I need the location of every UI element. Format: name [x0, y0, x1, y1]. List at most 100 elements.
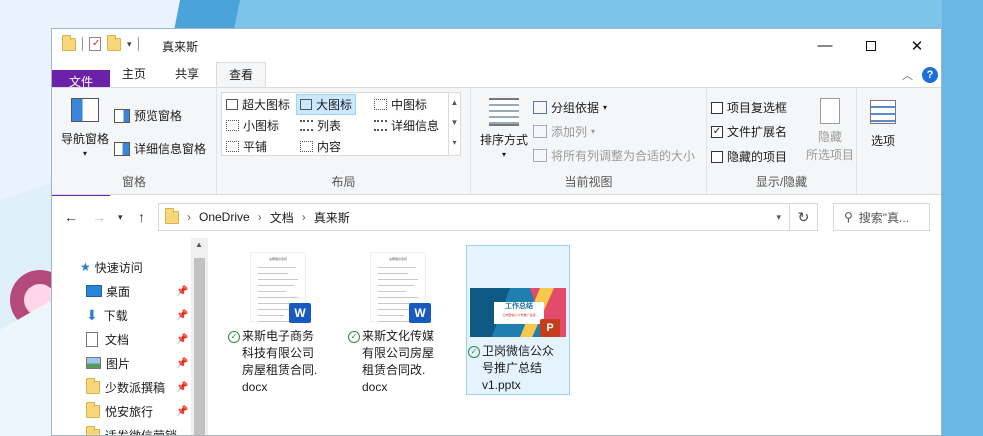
medium-icons-icon — [374, 99, 387, 110]
file-name-line: 租赁合同改. — [362, 363, 426, 377]
file-item[interactable]: 房屋租赁合同 W ✓ 来斯文化传媒 有限公司房屋 租赁合同改. docx — [346, 246, 450, 396]
recent-locations-icon[interactable]: ▾ — [118, 212, 123, 223]
collapse-ribbon-icon[interactable]: ︿ — [902, 67, 913, 83]
layout-large-icons[interactable]: 大图标 — [296, 94, 357, 115]
refresh-button[interactable]: ↻ — [790, 203, 818, 231]
text-line — [378, 297, 418, 298]
item-checkboxes-checkbox[interactable] — [711, 101, 723, 114]
up-arrow-icon[interactable]: ↑ — [138, 209, 145, 225]
nav-pane-button[interactable]: 导航窗格 ▾ — [60, 98, 110, 158]
star-icon: ★ — [80, 260, 91, 274]
sidebar-item-folder[interactable]: 少数派撰稿 📌 — [86, 375, 196, 399]
layout-item-label: 中图标 — [391, 98, 428, 112]
file-extensions-toggle[interactable]: ✓ 文件扩展名 — [711, 123, 787, 140]
minimize-button[interactable]: — — [802, 29, 848, 62]
pin-icon[interactable]: 📌 — [176, 334, 188, 345]
breadcrumb-current[interactable]: 真来斯 — [314, 209, 350, 226]
sidebar-item-desktop[interactable]: 桌面 📌 — [86, 279, 196, 303]
sort-by-label: 排序方式 — [479, 133, 528, 147]
layout-content[interactable]: 内容 — [300, 138, 341, 155]
layout-details[interactable]: 详细信息 — [374, 117, 439, 134]
layout-medium-icons[interactable]: 中图标 — [374, 96, 427, 113]
text-line — [258, 273, 288, 274]
chevron-down-icon: ▾ — [603, 103, 608, 112]
layout-group: 超大图标 大图标 中图标 小图标 列表 详细信息 平铺 内容 ▲ ▼ ▾ 布局 — [217, 88, 471, 194]
pin-icon[interactable]: 📌 — [176, 310, 188, 321]
breadcrumb-onedrive[interactable]: OneDrive — [199, 210, 250, 224]
sidebar-item-pictures[interactable]: 图片 📌 — [86, 351, 196, 375]
file-item[interactable]: 房屋租赁合同 W ✓ 来斯电子商务 科技有限公司 房屋租赁合同. docx — [226, 246, 330, 396]
hide-selected-icon — [820, 98, 840, 124]
scrollbar-thumb[interactable] — [194, 258, 205, 435]
tab-view[interactable]: 查看 — [216, 62, 266, 87]
address-dropdown-icon[interactable]: ▾ — [776, 212, 781, 223]
fit-columns-button[interactable]: 将所有列调整为合适的大小 — [533, 147, 695, 164]
scroll-up-icon[interactable]: ▲ — [195, 240, 203, 249]
chevron-down-icon: ▾ — [501, 150, 506, 159]
group-by-button[interactable]: 分组依据 ▾ — [533, 99, 607, 116]
text-line — [378, 279, 418, 280]
sync-ok-icon: ✓ — [228, 331, 240, 343]
address-box[interactable]: › OneDrive › 文档 › 真来斯 ▾ — [158, 203, 790, 231]
details-pane-button[interactable]: 详细信息窗格 — [114, 140, 206, 157]
quick-access-item[interactable]: ★ 快速访问 — [80, 255, 143, 279]
chevron-down-icon: ▾ — [82, 149, 87, 158]
file-extensions-checkbox[interactable]: ✓ — [711, 125, 723, 138]
options-button[interactable]: 选项 — [863, 100, 903, 149]
pin-icon[interactable]: 📌 — [176, 406, 188, 417]
add-column-button[interactable]: 添加列 ▾ — [533, 123, 595, 140]
sidebar-item-folder[interactable]: 适发微信营销 — [86, 423, 196, 435]
show-hide-group: 项目复选框 ✓ 文件扩展名 隐藏的项目 隐藏 所选项目 显示/隐藏 — [707, 88, 857, 194]
help-icon[interactable]: ? — [922, 67, 938, 83]
ribbon: 导航窗格 ▾ 预览窗格 详细信息窗格 窗格 超大图标 大图标 中图标 小图标 列… — [52, 87, 941, 195]
text-line — [378, 291, 406, 292]
text-line — [258, 291, 286, 292]
sort-by-button[interactable]: 排序方式 ▾ — [477, 98, 531, 159]
layout-list[interactable]: 列表 — [300, 117, 341, 134]
nav-scrollbar[interactable]: ▲ — [191, 238, 208, 435]
pin-icon[interactable]: 📌 — [176, 358, 188, 369]
properties-icon[interactable]: ✓ — [89, 37, 101, 51]
preview-pane-button[interactable]: 预览窗格 — [114, 107, 182, 124]
separator — [137, 37, 139, 51]
maximize-button[interactable] — [848, 29, 894, 62]
sidebar-item-documents[interactable]: 文档 📌 — [86, 327, 196, 351]
hidden-items-toggle[interactable]: 隐藏的项目 — [711, 148, 787, 165]
item-checkboxes-toggle[interactable]: 项目复选框 — [711, 99, 787, 116]
pictures-icon — [86, 357, 101, 369]
layout-tiles[interactable]: 平铺 — [226, 138, 267, 155]
hide-selected-button[interactable]: 隐藏 所选项目 — [805, 98, 855, 163]
breadcrumb-documents[interactable]: 文档 — [270, 209, 294, 226]
new-folder-icon[interactable] — [107, 34, 121, 51]
search-box[interactable]: ⚲ 搜索"真... — [833, 203, 930, 231]
file-item-selected[interactable]: 工作总结 卫岗微信公众号推广总结 P ✓ 卫岗微信公众 号推广总结 v1.pptx — [466, 245, 570, 395]
folder-icon[interactable] — [62, 34, 76, 51]
explorer-window: ✓ ▾ 真来斯 — ✕ 文件 主页 共享 查看 ︿ ? 导航窗格 ▾ 预览窗格 — [51, 28, 942, 436]
sidebar-item-label: 图片 — [106, 356, 131, 371]
customize-qat-icon[interactable]: ▾ — [127, 39, 132, 50]
chevron-right-icon[interactable]: › — [258, 210, 262, 224]
chevron-right-icon[interactable]: › — [187, 210, 191, 224]
add-column-icon — [533, 125, 547, 138]
sidebar-item-folder[interactable]: 悦安旅行 📌 — [86, 399, 196, 423]
gallery-scroll[interactable]: ▲ ▼ ▾ — [448, 93, 460, 155]
layout-extra-large-icons[interactable]: 超大图标 — [226, 96, 290, 113]
chevron-right-icon[interactable]: › — [302, 210, 306, 224]
tab-home[interactable]: 主页 — [110, 62, 158, 87]
panes-group-label: 窗格 — [121, 175, 146, 189]
tab-share[interactable]: 共享 — [158, 62, 216, 87]
sidebar-item-downloads[interactable]: ⬇ 下载 📌 — [86, 303, 196, 327]
quick-access-label: 快速访问 — [94, 260, 143, 275]
pin-icon[interactable]: 📌 — [176, 286, 188, 297]
hidden-items-checkbox[interactable] — [711, 150, 723, 163]
forward-arrow-icon[interactable]: → — [92, 209, 106, 225]
powerpoint-icon: P — [540, 319, 560, 337]
layout-item-label: 内容 — [317, 140, 342, 154]
back-arrow-icon[interactable]: ← — [64, 209, 78, 225]
layout-small-icons[interactable]: 小图标 — [226, 117, 279, 134]
window-title: 真来斯 — [162, 40, 199, 54]
fit-columns-icon — [533, 149, 547, 162]
close-button[interactable]: ✕ — [894, 29, 940, 62]
pin-icon[interactable]: 📌 — [176, 382, 188, 393]
group-by-label: 分组依据 — [551, 101, 600, 115]
